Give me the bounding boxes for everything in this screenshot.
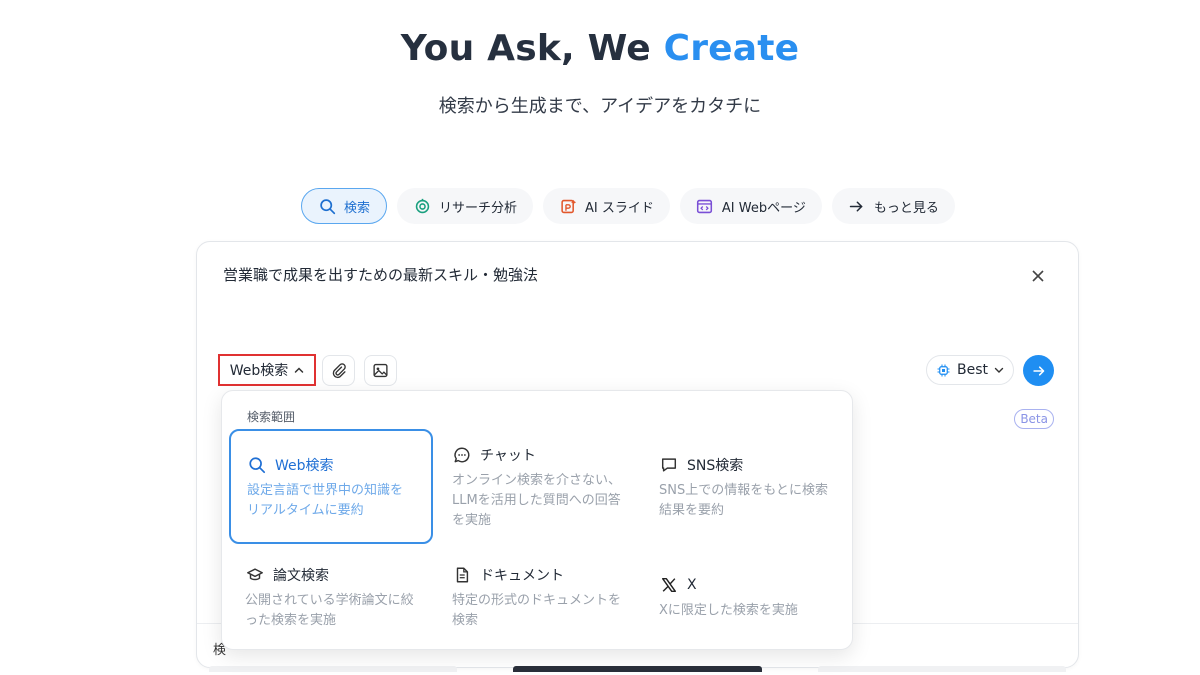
search-mode-label: Web検索 xyxy=(229,363,289,379)
option-web-search[interactable]: Web検索 設定言語で世界中の知識をリアルタイムに要約 xyxy=(229,429,433,544)
option-description: 設定言語で世界中の知識をリアルタイムに要約 xyxy=(247,483,404,518)
option-label: ドキュメント xyxy=(480,568,564,584)
thumbnail[interactable] xyxy=(817,666,1066,672)
tab-ai-slide[interactable]: AI スライド xyxy=(543,188,670,224)
send-button[interactable] xyxy=(1023,355,1054,386)
option-paper-search[interactable]: 論文検索 公開されている学術論文に絞った検索を実施 xyxy=(229,553,433,668)
option-document[interactable]: ドキュメント 特定の形式のドキュメントを検索 xyxy=(436,553,640,668)
research-icon xyxy=(413,197,431,215)
option-description: 特定の形式のドキュメントを検索 xyxy=(452,593,622,628)
chevron-up-icon xyxy=(295,367,304,373)
image-upload-button[interactable] xyxy=(364,355,397,386)
tab-label: AI スライド xyxy=(585,200,654,216)
search-mode-toggle[interactable]: Web検索 xyxy=(218,354,316,386)
dropdown-title: 検索範囲 xyxy=(247,410,296,424)
tab-label: 検索 xyxy=(344,200,371,216)
option-description: 公開されている学術論文に絞った検索を実施 xyxy=(245,593,414,628)
model-label: Best xyxy=(956,362,988,378)
tab-label: リサーチ分析 xyxy=(439,200,518,216)
tab-research[interactable]: リサーチ分析 xyxy=(397,188,534,224)
chevron-down-icon xyxy=(994,367,1004,373)
slide-icon xyxy=(559,197,577,215)
model-select[interactable]: Best xyxy=(926,355,1014,385)
hero-title: You Ask, We Create xyxy=(0,28,1200,69)
search-icon xyxy=(247,455,267,475)
arrow-right-icon xyxy=(1032,365,1044,376)
tab-label: もっと見る xyxy=(873,200,939,216)
close-icon xyxy=(1032,270,1044,282)
webpage-icon xyxy=(696,197,714,215)
query-input[interactable]: 営業職で成果を出すための最新スキル・勉強法 xyxy=(223,264,538,285)
tab-ai-webpage[interactable]: AI Webページ xyxy=(679,188,822,224)
option-label: チャット xyxy=(480,448,536,464)
mode-tabs: 検索 リサーチ分析 AI スライド AI Webページ もっと見る xyxy=(301,188,955,224)
option-label: 論文検索 xyxy=(273,568,329,584)
page: You Ask, We Create 検索から生成まで、アイデアをカタチに 検索… xyxy=(0,0,1200,675)
paperclip-icon xyxy=(332,363,346,379)
image-icon xyxy=(373,363,388,378)
arrow-right-icon xyxy=(848,197,866,215)
option-description: オンライン検索を介さない、LLMを活用した質問への回答を実施 xyxy=(452,473,622,528)
search-icon xyxy=(318,197,336,215)
option-label: X xyxy=(687,577,697,593)
tab-more[interactable]: もっと見る xyxy=(831,188,955,224)
hero-subtitle: 検索から生成まで、アイデアをカタチに xyxy=(438,96,762,117)
option-description: SNS上での情報をもとに検索結果を要約 xyxy=(659,483,828,518)
chip-icon xyxy=(937,364,950,376)
hero-title-main: You Ask, We xyxy=(400,28,664,69)
comment-icon xyxy=(659,455,679,475)
option-description: Xに限定した検索を実施 xyxy=(659,603,798,618)
close-button[interactable] xyxy=(1028,266,1048,286)
document-icon xyxy=(452,565,472,585)
option-label: Web検索 xyxy=(275,458,334,474)
search-scope-dropdown: 検索範囲 Web検索 設定言語で世界中の知識をリアルタイムに要約 チャット オン… xyxy=(221,390,853,650)
option-sns-search[interactable]: SNS検索 SNS上での情報をもとに検索結果を要約 xyxy=(643,429,847,544)
hero-title-accent: Create xyxy=(663,28,800,69)
graduation-cap-icon xyxy=(245,565,265,585)
option-x[interactable]: X Xに限定した検索を実施 xyxy=(643,553,847,668)
chat-icon xyxy=(452,445,472,465)
beta-badge: Beta xyxy=(1014,409,1054,429)
tab-label: AI Webページ xyxy=(721,200,806,216)
attach-button[interactable] xyxy=(322,355,355,386)
x-logo-icon xyxy=(659,575,679,595)
tab-search[interactable]: 検索 xyxy=(301,188,388,224)
option-label: SNS検索 xyxy=(687,458,744,474)
option-chat[interactable]: チャット オンライン検索を介さない、LLMを活用した質問への回答を実施 xyxy=(436,429,640,544)
